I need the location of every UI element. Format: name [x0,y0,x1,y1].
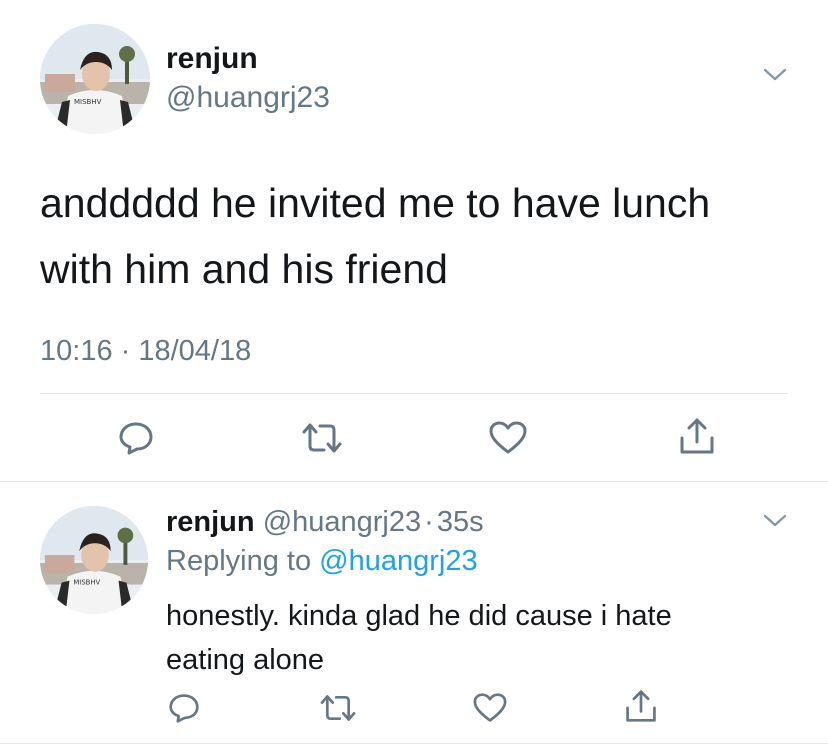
like-icon[interactable] [488,420,528,456]
tweet-text: anddddd he invited me to have lunch with… [40,170,710,302]
tweet-text-line: anddddd he invited me to have lunch [40,180,711,226]
display-name[interactable]: renjun [166,42,258,76]
avatar-shirt-text: MISBHV [74,98,102,106]
avatar[interactable]: MISBHV [40,506,148,614]
display-name[interactable]: renjun [166,506,255,538]
header-dot: · [424,506,434,538]
user-handle[interactable]: @huangrj23 [263,506,421,538]
tweet-separator [0,743,828,744]
tweet-text-line: honestly. kinda glad he did cause i hate [166,600,672,632]
replying-to-handle-link[interactable]: @huangrj23 [319,545,477,577]
reply-icon[interactable] [167,692,201,724]
user-handle[interactable]: @huangrj23 [166,80,330,116]
chevron-down-icon[interactable] [762,66,788,84]
reply-icon[interactable] [117,420,155,456]
divider [40,393,788,394]
share-icon[interactable] [678,416,716,456]
retweet-icon[interactable] [300,420,344,456]
chevron-down-icon[interactable] [762,512,788,530]
replying-to: Replying to @huangrj23 [166,543,478,579]
tweet-text: honestly. kinda glad he did cause i hate… [166,594,672,682]
avatar[interactable]: MISBHV [40,24,150,134]
tweet-text-line: with him and his friend [40,246,448,292]
avatar-photo: MISBHV [40,506,148,614]
avatar-photo: MISBHV [40,24,150,134]
reply-header: renjun @huangrj23 · 35s [166,504,484,540]
tweet-age[interactable]: 35s [437,506,484,538]
tweet-timestamp[interactable]: 10:16 · 18/04/18 [40,334,251,368]
share-icon[interactable] [624,688,658,724]
replying-to-label: Replying to [166,545,312,577]
like-icon[interactable] [472,692,508,724]
avatar-shirt-text: MISBHV [73,579,100,587]
tweet-text-line: eating alone [166,644,325,676]
tweet-separator [0,481,828,482]
retweet-icon[interactable] [318,692,358,724]
